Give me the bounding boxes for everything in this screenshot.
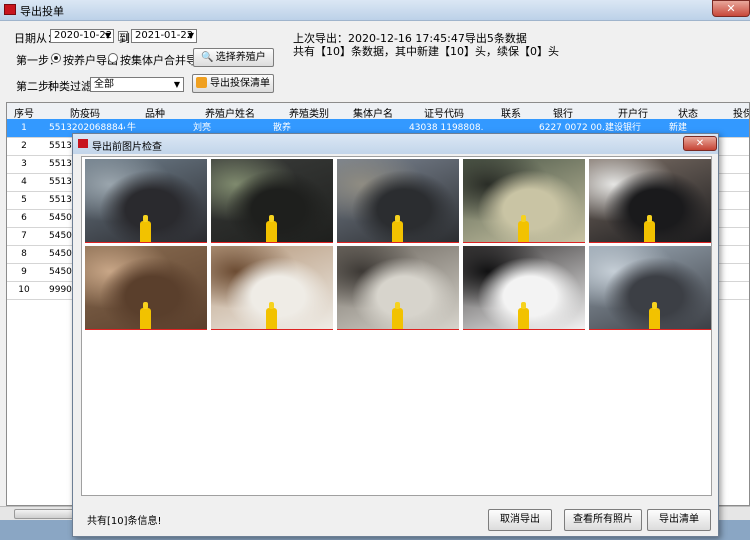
date-to-picker[interactable]: 2021-01-22 ▼	[131, 29, 197, 43]
photo-divider-line	[337, 242, 459, 243]
animal-photo-thumbnail[interactable]	[211, 246, 333, 330]
animal-photo-thumbnail[interactable]	[463, 159, 585, 243]
table-cell-no: 7	[21, 231, 27, 241]
export-insurance-list-label: 导出投保清单	[210, 78, 270, 89]
dialog-titlebar: 导出前图片检查 ✕	[73, 134, 718, 154]
dialog-close-button[interactable]: ✕	[683, 136, 717, 151]
chevron-down-icon: ▼	[173, 80, 180, 89]
ear-tag-icon	[392, 215, 403, 243]
photo-divider-line	[85, 242, 207, 243]
column-header[interactable]: 开户行	[603, 105, 663, 120]
animal-photo-thumbnail[interactable]	[589, 159, 711, 243]
animal-photo-thumbnail[interactable]	[589, 246, 711, 330]
photo-divider-line	[211, 242, 333, 243]
main-window-title: 导出投单	[20, 5, 64, 18]
view-all-photos-button[interactable]: 查看所有照片	[564, 509, 642, 531]
animal-photo-thumbnail[interactable]	[85, 246, 207, 330]
ear-tag-icon	[649, 302, 660, 330]
table-cell-no: 5	[21, 195, 27, 205]
column-header[interactable]: 序号	[11, 105, 37, 120]
ear-tag-icon	[140, 215, 151, 243]
photo-divider-line	[85, 329, 207, 330]
chevron-down-icon: ▼	[187, 31, 194, 40]
record-count-text: 共有[10]条信息!	[87, 516, 162, 527]
photo-divider-line	[337, 329, 459, 330]
table-cell-no: 6	[21, 213, 27, 223]
photo-check-dialog: 导出前图片检查 ✕ 共有[10]条信息! 取消导出 查看所有照片 导出清单	[72, 133, 719, 537]
date-from-value: 2020-10-22	[54, 30, 113, 41]
photo-divider-line	[463, 329, 585, 330]
app-logo-icon	[4, 4, 16, 15]
main-close-button[interactable]: ✕	[712, 0, 750, 17]
chevron-down-icon: ▼	[104, 31, 111, 40]
ear-tag-icon	[140, 302, 151, 330]
app-logo-icon	[78, 139, 88, 148]
animal-photo-thumbnail[interactable]	[211, 159, 333, 243]
ear-tag-icon	[518, 302, 529, 330]
data-summary-text: 共有【10】条数据，其中新建【10】头，续保【0】头	[293, 45, 559, 58]
animal-photo-thumbnail[interactable]	[337, 246, 459, 330]
photo-divider-line	[463, 242, 585, 243]
date-to-label: 到	[119, 32, 130, 45]
photo-divider-line	[589, 329, 711, 330]
ear-tag-icon	[266, 302, 277, 330]
export-insurance-list-button[interactable]: 导出投保清单	[192, 74, 274, 93]
radio-merge-by-collective[interactable]	[108, 53, 118, 63]
choose-farmer-button-label: 选择养殖户	[215, 52, 266, 63]
radio-export-by-farmer[interactable]	[51, 53, 61, 63]
category-filter-select[interactable]: 全部 ▼	[90, 77, 184, 92]
category-filter-label: 种类过滤	[48, 80, 92, 93]
animal-photo-thumbnail[interactable]	[85, 159, 207, 243]
category-filter-value: 全部	[94, 79, 114, 90]
table-cell-no: 9	[21, 267, 27, 277]
column-header[interactable]: 养殖户姓名	[191, 105, 269, 120]
column-header[interactable]: 防疫码	[49, 105, 121, 120]
column-header[interactable]: 投保	[723, 105, 749, 120]
ear-tag-icon	[392, 302, 403, 330]
ear-tag-icon	[266, 215, 277, 243]
ear-tag-icon	[518, 215, 529, 243]
main-titlebar: 导出投单 ✕	[0, 0, 750, 21]
animal-photo-thumbnail[interactable]	[337, 159, 459, 243]
cancel-export-button[interactable]: 取消导出	[488, 509, 552, 531]
grid-header: 序号 防疫码 品种 养殖户姓名 养殖类别 集体户名 证号代码 联系 银行 开户行…	[7, 103, 749, 120]
table-cell-no: 1	[21, 123, 27, 133]
column-header[interactable]: 银行	[533, 105, 593, 120]
export-icon	[196, 77, 207, 88]
column-header[interactable]: 证号代码	[409, 105, 479, 120]
table-cell-no: 10	[18, 285, 30, 295]
column-header[interactable]: 状态	[663, 105, 713, 120]
column-header[interactable]: 品种	[125, 105, 185, 120]
photo-divider-line	[589, 242, 711, 243]
table-cell-no: 3	[21, 159, 27, 169]
export-list-button[interactable]: 导出清单	[647, 509, 711, 531]
column-header[interactable]: 联系	[481, 105, 541, 120]
column-header[interactable]: 养殖类别	[271, 105, 347, 120]
date-from-picker[interactable]: 2020-10-22 ▼	[50, 29, 114, 43]
animal-photo-thumbnail[interactable]	[463, 246, 585, 330]
search-icon: 🔍	[201, 52, 214, 63]
table-cell-no: 4	[21, 177, 27, 187]
ear-tag-icon	[644, 215, 655, 243]
photo-divider-line	[211, 329, 333, 330]
column-header[interactable]: 集体户名	[341, 105, 405, 120]
dialog-title: 导出前图片检查	[92, 142, 162, 153]
table-cell-no: 2	[21, 141, 27, 151]
choose-farmer-button[interactable]: 🔍 选择养殖户	[193, 48, 274, 67]
photo-panel	[81, 156, 712, 496]
table-cell-no: 8	[21, 249, 27, 259]
date-to-value: 2021-01-22	[135, 30, 194, 41]
